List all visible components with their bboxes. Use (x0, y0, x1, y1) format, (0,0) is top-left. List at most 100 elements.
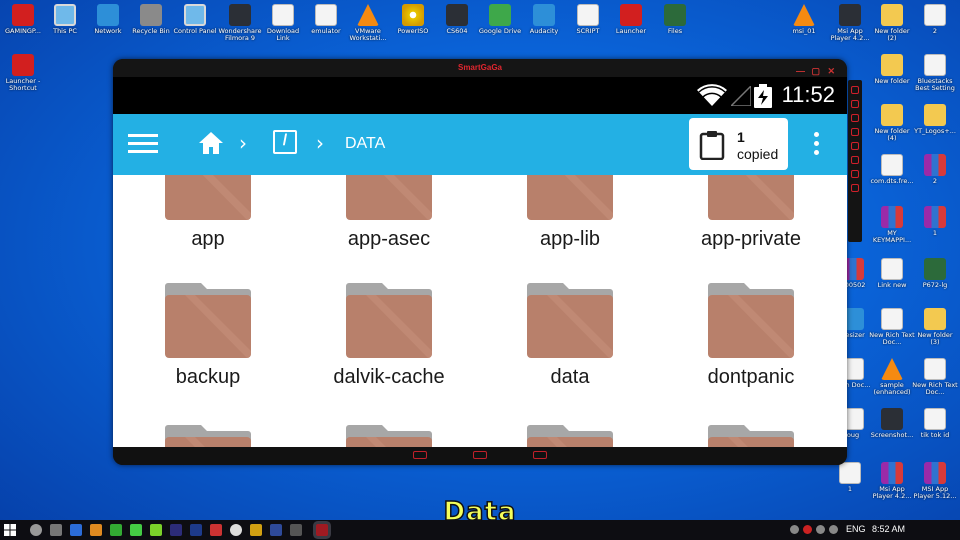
taskbar-app-icon[interactable] (150, 524, 162, 536)
folder-icon (527, 425, 613, 447)
taskbar-language[interactable]: ENG (846, 524, 866, 534)
desktop-icon[interactable]: New Rich Text Doc... (869, 308, 915, 346)
desktop-icon[interactable]: sample (enhanced) (869, 358, 915, 396)
battery-charging-icon (754, 84, 772, 108)
taskbar-app-icon[interactable] (170, 524, 182, 536)
taskbar-clock[interactable]: 8:52 AM (872, 524, 905, 534)
tray-icon[interactable] (803, 525, 812, 534)
desktop-icon[interactable]: P672-lg (912, 258, 958, 289)
desktop-icon[interactable]: tik tok id (912, 408, 958, 439)
desktop-icon[interactable]: New Rich Text Doc... (912, 358, 958, 396)
side-tool-icon[interactable] (851, 156, 859, 164)
folder-item[interactable]: app-asec (319, 175, 459, 251)
emulator-title-bar[interactable]: SmartGaGa — ▢ ✕ (113, 59, 847, 77)
desktop-icon[interactable]: Msi App Player 4.2... (869, 462, 915, 500)
root-directory-icon[interactable]: / (273, 130, 297, 154)
desktop-icon[interactable]: Network (85, 4, 131, 35)
desktop-shortcut-icon (881, 4, 903, 26)
taskbar-app-icon[interactable] (190, 524, 202, 536)
side-tool-icon[interactable] (851, 184, 859, 192)
desktop-icon[interactable]: Wondershare Filmora 9 (217, 4, 263, 42)
desktop-icon[interactable]: Download Link (260, 4, 306, 42)
folder-item[interactable]: dontpanic (681, 283, 821, 389)
desktop-icon[interactable]: SCRIPT (565, 4, 611, 35)
home-button[interactable] (473, 451, 487, 459)
breadcrumb-current-folder[interactable]: DATA (345, 135, 385, 153)
desktop-icon[interactable]: New folder (3) (912, 308, 958, 346)
folder-item[interactable]: backup (138, 283, 278, 389)
desktop-icon[interactable]: VMware Workstati... (345, 4, 391, 42)
desktop-icon[interactable]: 2 (912, 4, 958, 35)
taskbar-app-icon[interactable] (210, 524, 222, 536)
folder-name: app-asec (347, 228, 431, 250)
desktop-icon[interactable]: Audacity (521, 4, 567, 35)
desktop-icon[interactable]: emulator (303, 4, 349, 35)
taskbar-app-icon[interactable] (110, 524, 122, 536)
desktop-icon[interactable]: 1 (827, 462, 873, 493)
desktop-icon[interactable]: This PC (42, 4, 88, 35)
emulator-window[interactable]: SmartGaGa — ▢ ✕ 11:52 › / › DATA 1 copie… (113, 59, 847, 465)
desktop-icon[interactable]: New folder (869, 54, 915, 85)
desktop-icon[interactable]: Google Drive (477, 4, 523, 35)
folder-icon (527, 175, 613, 220)
taskbar-search-icon[interactable] (30, 524, 42, 536)
taskbar-app-icon[interactable] (130, 524, 142, 536)
desktop-icon[interactable]: com.dts.fre... (869, 154, 915, 185)
desktop-icon[interactable]: Msi App Player 4.2... (827, 4, 873, 42)
side-tool-icon[interactable] (851, 114, 859, 122)
desktop-icon[interactable]: Launcher - Shortcut (0, 54, 46, 92)
desktop-shortcut-icon (924, 358, 946, 380)
taskbar-app-icon[interactable] (90, 524, 102, 536)
home-icon[interactable] (198, 131, 224, 155)
taskbar-app-icon[interactable] (290, 524, 302, 536)
tray-icon[interactable] (790, 525, 799, 534)
recent-apps-button[interactable] (533, 451, 547, 459)
desktop-icon[interactable]: Control Panel (172, 4, 218, 35)
tray-icon[interactable] (816, 525, 825, 534)
windows-start-icon[interactable] (4, 524, 16, 536)
desktop-icon[interactable]: Link new (869, 258, 915, 289)
desktop-icon[interactable]: CS604 (434, 4, 480, 35)
desktop-icon[interactable]: Files (652, 4, 698, 35)
desktop-icon[interactable]: YT_Logos+... (912, 104, 958, 135)
folder-item[interactable]: app (138, 175, 278, 251)
desktop-shortcut-icon (881, 408, 903, 430)
desktop-icon[interactable]: Launcher (608, 4, 654, 35)
desktop-icon[interactable]: New folder (2) (869, 4, 915, 42)
folder-item[interactable] (681, 425, 821, 447)
taskbar-app-icon[interactable] (70, 524, 82, 536)
desktop-icon[interactable]: MSI App Player 5.12... (912, 462, 958, 500)
desktop-icon[interactable]: PowerISO (390, 4, 436, 35)
side-tool-icon[interactable] (851, 86, 859, 94)
hamburger-icon[interactable] (128, 134, 158, 154)
desktop-icon[interactable]: Bluestacks Best Setting (912, 54, 958, 92)
folder-item[interactable]: data (500, 283, 640, 389)
taskbar-app-icon[interactable] (270, 524, 282, 536)
tray-icon[interactable] (829, 525, 838, 534)
taskbar-task-view-icon[interactable] (50, 524, 62, 536)
more-vertical-icon[interactable] (811, 132, 821, 158)
desktop-icon[interactable]: 2 (912, 154, 958, 185)
taskbar-app-icon[interactable] (230, 524, 242, 536)
folder-item[interactable]: app-private (681, 175, 821, 251)
side-tool-icon[interactable] (851, 142, 859, 150)
folder-item[interactable] (319, 425, 459, 447)
folder-item[interactable]: app-lib (500, 175, 640, 251)
taskbar-emulator-icon[interactable] (316, 524, 328, 536)
desktop-icon[interactable]: msi_01 (781, 4, 827, 35)
clipboard-button[interactable]: 1 copied (689, 118, 788, 170)
back-button[interactable] (413, 451, 427, 459)
desktop-icon[interactable]: New folder (4) (869, 104, 915, 142)
side-tool-icon[interactable] (851, 128, 859, 136)
side-tool-icon[interactable] (851, 170, 859, 178)
taskbar-app-icon[interactable] (250, 524, 262, 536)
desktop-icon[interactable]: Screenshot... (869, 408, 915, 439)
desktop-icon[interactable]: GAMINGP... (0, 4, 46, 35)
folder-item[interactable] (500, 425, 640, 447)
side-tool-icon[interactable] (851, 100, 859, 108)
desktop-icon[interactable]: 1 (912, 206, 958, 237)
desktop-icon[interactable]: MY KEYMAPPI... (869, 206, 915, 244)
folder-item[interactable]: dalvik-cache (319, 283, 459, 389)
folder-item[interactable] (138, 425, 278, 447)
desktop-icon[interactable]: Recycle Bin (128, 4, 174, 35)
